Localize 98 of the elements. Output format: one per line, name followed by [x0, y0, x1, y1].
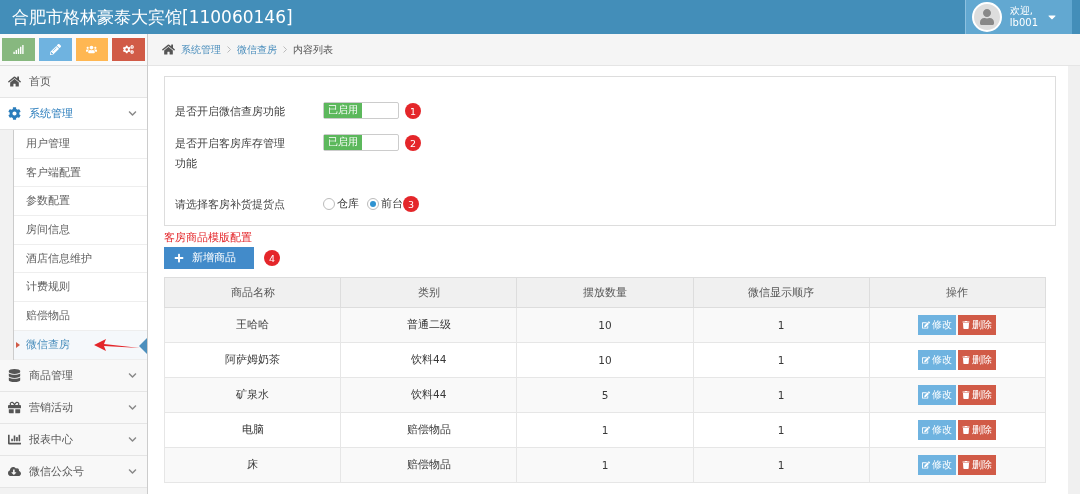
signal-bars-icon [12, 44, 24, 55]
edit-button[interactable]: 修改 [918, 350, 957, 370]
column-header: 微信显示顺序 [693, 277, 870, 308]
table-cell: 矿泉水 [164, 377, 341, 413]
breadcrumb-link[interactable]: 系统管理 [181, 42, 221, 57]
table-cell: 1 [693, 342, 870, 378]
table-cell: 饮料44 [340, 342, 517, 378]
delete-button[interactable]: 删除 [958, 350, 997, 370]
table-cell: 赔偿物品 [340, 447, 517, 483]
delete-button[interactable]: 删除 [958, 420, 997, 440]
sidebar-item[interactable]: 系统管理 [0, 98, 147, 130]
delete-button[interactable]: 删除 [958, 315, 997, 335]
table-cell: 1 [516, 412, 694, 448]
chevron-icon [128, 109, 137, 118]
table-cell: 阿萨姆奶茶 [164, 342, 341, 378]
sidebar-item[interactable]: 首页 [0, 66, 147, 98]
pencil-icon [49, 44, 61, 55]
trash-icon [962, 426, 971, 434]
table-cell: 普通二级 [340, 307, 517, 343]
edit-button[interactable]: 修改 [918, 420, 957, 440]
toggle-switch[interactable]: 已启用 [323, 102, 399, 119]
edit-button[interactable]: 修改 [918, 385, 957, 405]
sidebar-item[interactable]: 营销活动 [0, 391, 147, 424]
chevron-icon [128, 434, 137, 444]
breadcrumb-current: 内容列表 [293, 42, 333, 57]
chevron-icon [128, 402, 137, 412]
table-cell: 10 [516, 342, 694, 378]
shortcut-button[interactable] [112, 38, 145, 61]
table-cell: 1 [516, 447, 694, 483]
trash-icon [962, 321, 971, 329]
users-icon [86, 44, 98, 55]
table-cell: 电脑 [164, 412, 341, 448]
radio-option[interactable]: 前台 [367, 197, 403, 211]
user-menu[interactable]: 欢迎, lb001 [964, 0, 1072, 34]
trash-icon [962, 391, 971, 399]
bar-chart-icon [8, 432, 21, 446]
annotation-badge: 2 [405, 135, 421, 151]
username-text: lb001 [1009, 17, 1038, 29]
table-cell: 床 [164, 447, 341, 483]
cloud-icon [8, 464, 21, 478]
radio-option[interactable]: 仓库 [323, 197, 359, 211]
shortcut-button[interactable] [38, 38, 72, 61]
gear-icon [8, 107, 21, 120]
table-cell: 1 [693, 412, 870, 448]
breadcrumb-link[interactable]: 微信查房 [237, 42, 277, 57]
column-header: 摆放数量 [516, 277, 694, 308]
app-title: 合肥市格林豪泰大宾馆[110060146] [11, 5, 293, 29]
table-cell: 饮料44 [340, 377, 517, 413]
annotation-badge: 4 [264, 250, 280, 266]
chevron-right-icon [227, 46, 231, 53]
table-cell: 王哈哈 [164, 307, 341, 343]
delete-button[interactable]: 删除 [958, 385, 997, 405]
annotation-badge: 1 [405, 103, 421, 119]
sidebar-item[interactable]: 报表中心 [0, 423, 147, 456]
gift-icon [8, 400, 21, 414]
sidebar-subitem[interactable]: 微信查房 [14, 330, 147, 360]
shortcut-button[interactable] [75, 38, 109, 61]
column-header: 商品名称 [164, 277, 341, 308]
shortcut-button[interactable] [2, 38, 35, 61]
database-icon [8, 368, 21, 382]
table-cell: 1 [693, 307, 870, 343]
table-cell: 5 [516, 377, 694, 413]
table-cell: 1 [693, 377, 870, 413]
avatar-icon [971, 2, 1002, 32]
edit-icon [922, 356, 931, 364]
home-icon [162, 43, 175, 56]
add-product-button[interactable]: 新增商品 [164, 247, 254, 269]
delete-button[interactable]: 删除 [958, 455, 997, 475]
table-cell: 10 [516, 307, 694, 343]
edit-icon [922, 321, 931, 329]
edit-button[interactable]: 修改 [918, 315, 957, 335]
edit-button[interactable]: 修改 [918, 455, 957, 475]
setting-label: 请选择客房补货提货点 [175, 197, 286, 212]
table-cell: 1 [693, 447, 870, 483]
sidebar-item[interactable]: 商品管理 [0, 359, 147, 392]
bullet-icon [16, 341, 20, 348]
chevron-icon [128, 466, 137, 476]
trash-icon [962, 356, 971, 364]
greeting-text: 欢迎, [1009, 5, 1034, 17]
scrollbar[interactable] [1068, 66, 1080, 494]
annotation-badge: 3 [403, 196, 419, 212]
trash-icon [962, 461, 971, 469]
edit-icon [922, 391, 931, 399]
cogs-icon [123, 44, 135, 55]
table-cell: 赔偿物品 [340, 412, 517, 448]
edit-icon [922, 461, 931, 469]
edit-icon [922, 426, 931, 434]
plus-icon [174, 253, 184, 263]
setting-label: 是否开启客房库存管理功能 [175, 136, 286, 171]
column-header: 操作 [869, 277, 1046, 308]
chevron-right-icon [283, 46, 287, 53]
toggle-switch[interactable]: 已启用 [323, 134, 399, 151]
chevron-icon [128, 370, 137, 380]
setting-label: 是否开启微信查房功能 [175, 104, 286, 119]
home-icon [8, 75, 21, 88]
section-title: 客房商品模版配置 [164, 231, 253, 245]
sidebar-item[interactable]: 微信公众号 [0, 455, 147, 488]
column-header: 类别 [340, 277, 517, 308]
